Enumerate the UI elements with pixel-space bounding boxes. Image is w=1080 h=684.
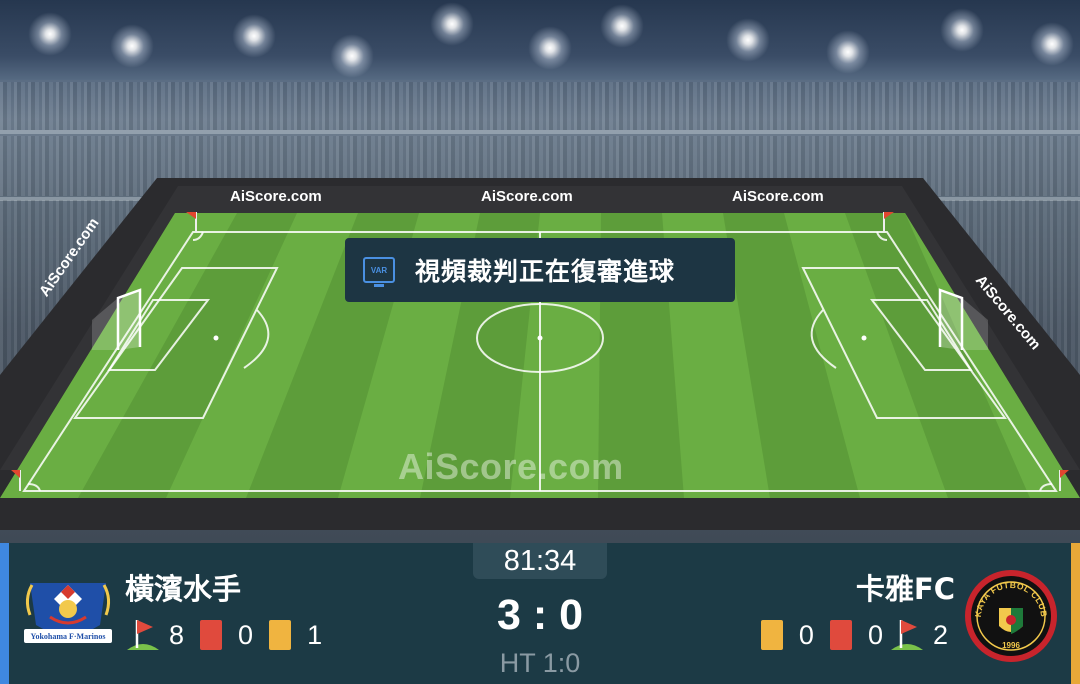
match-clock: 81:34 [473, 543, 607, 579]
away-yellow-cards: 0 [798, 619, 814, 650]
away-red-cards: 0 [867, 619, 883, 650]
ad-board-text: AiScore.com [732, 188, 824, 205]
away-stats: 0 0 2 [760, 616, 954, 654]
red-card-icon [829, 620, 852, 650]
home-team-logo[interactable]: Yokohama F·Marinos [20, 577, 116, 647]
scoreboard: Yokohama F·Marinos 橫濱水手 8 0 1 81:34 3 : … [0, 543, 1080, 684]
home-stats: 8 0 1 [125, 616, 328, 654]
var-message: 視頻裁判正在復審進球 [415, 257, 676, 286]
home-team-name[interactable]: 橫濱水手 [125, 566, 241, 608]
away-corners: 2 [932, 619, 948, 650]
home-accent-bar [0, 543, 9, 684]
var-icon: VAR [363, 257, 395, 287]
match-score: 3 : 0 [496, 591, 584, 639]
home-logo-text: Yokohama F·Marinos [31, 632, 106, 641]
red-card-icon [200, 620, 223, 650]
ad-board-text: AiScore.com [481, 188, 573, 205]
match-animation-view: AiScore.com AiScore.com AiScore.com AiSc… [0, 0, 1080, 543]
penalty-spot-right [861, 335, 867, 341]
away-team-logo[interactable]: KAYA FUTBOL CLUB 1996 [963, 568, 1059, 664]
penalty-spot-left [213, 335, 219, 341]
centre-spot [537, 335, 543, 341]
corner-flag-icon [127, 620, 159, 650]
ad-board-text: AiScore.com [230, 188, 322, 205]
away-team-name[interactable]: 卡雅FC [856, 566, 955, 608]
home-yellow-cards: 1 [307, 619, 323, 650]
halftime-score: HT 1:0 [499, 648, 581, 678]
var-review-banner: VAR 視頻裁判正在復審進球 [345, 238, 735, 302]
away-accent-bar [1071, 543, 1080, 684]
corner-flag-icon [890, 620, 923, 650]
home-red-cards: 0 [238, 619, 254, 650]
home-corners: 8 [169, 619, 185, 650]
away-logo-year: 1996 [1002, 641, 1020, 650]
yellow-card-icon [269, 620, 292, 650]
pitch-watermark: AiScore.com [398, 446, 624, 487]
yellow-card-icon [760, 620, 783, 650]
